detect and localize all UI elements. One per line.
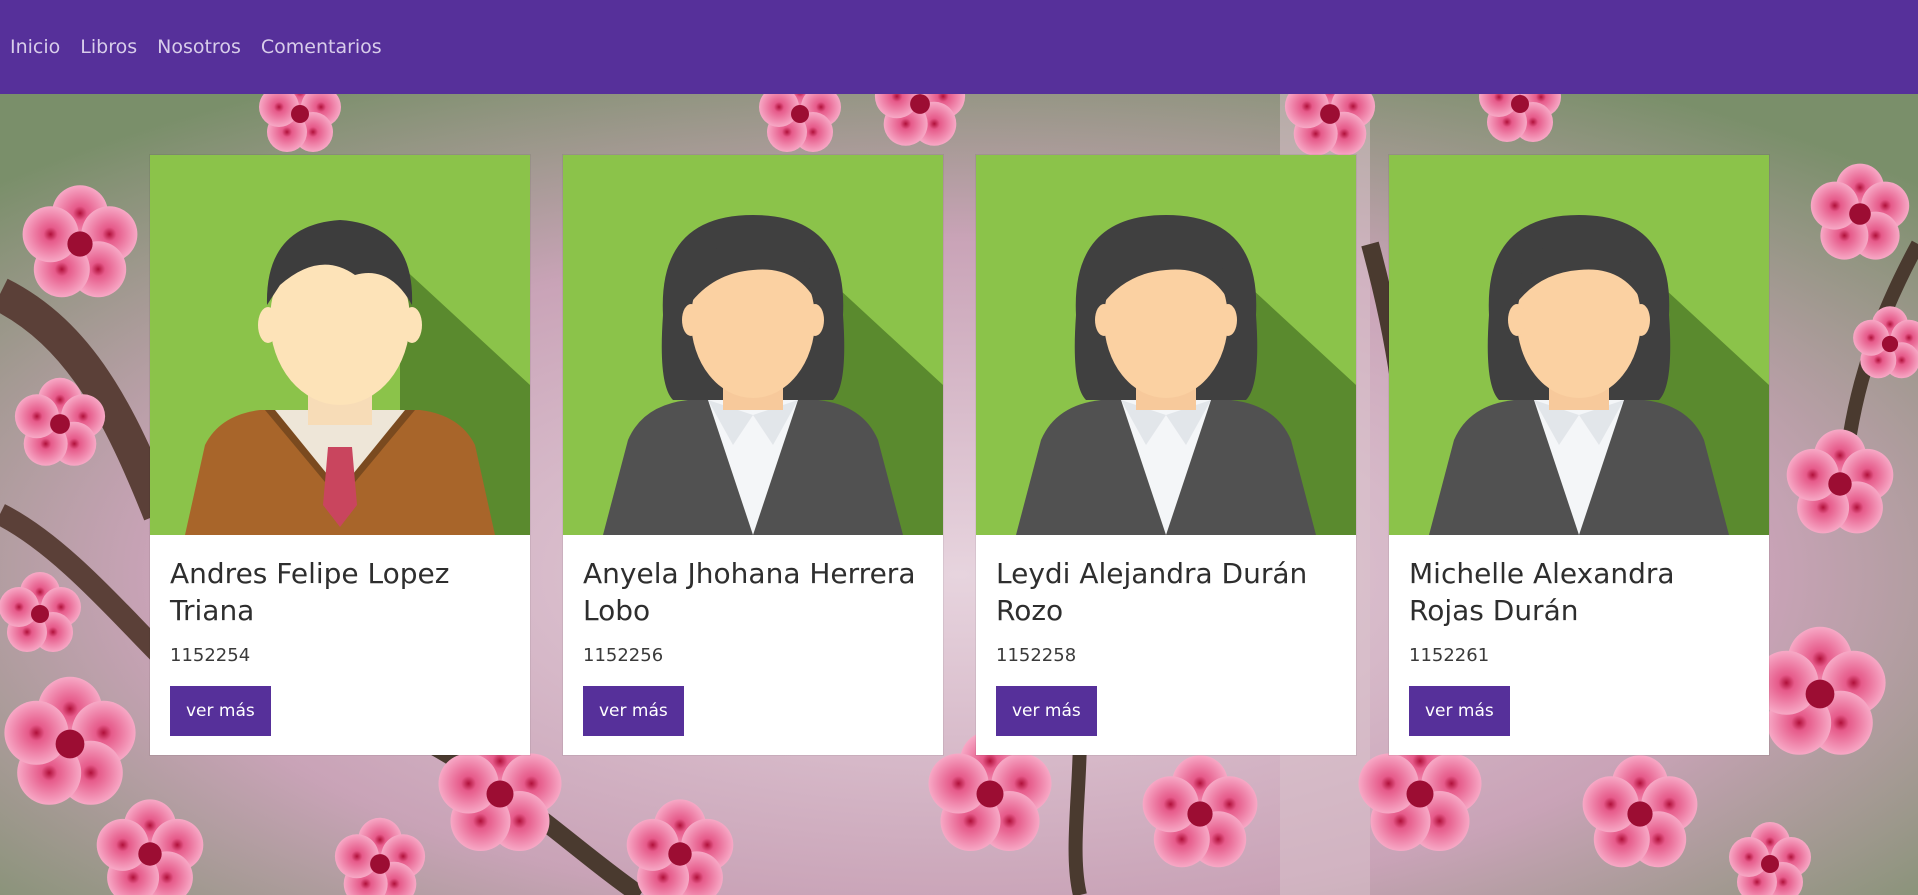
- nav-link-inicio[interactable]: Inicio: [10, 36, 60, 58]
- nav-link-libros[interactable]: Libros: [80, 36, 137, 58]
- member-card: Andres Felipe Lopez Triana 1152254 ver m…: [150, 155, 530, 755]
- member-name: Andres Felipe Lopez Triana: [170, 557, 450, 627]
- ver-mas-button[interactable]: ver más: [996, 686, 1097, 736]
- female-avatar-image: [1389, 155, 1769, 535]
- male-avatar-image: [150, 155, 530, 535]
- member-name: Leydi Alejandra Durán Rozo: [996, 557, 1308, 627]
- nav-link-nosotros[interactable]: Nosotros: [157, 36, 241, 58]
- ver-mas-button[interactable]: ver más: [583, 686, 684, 736]
- member-card: Michelle Alexandra Rojas Durán 1152261 v…: [1389, 155, 1769, 755]
- member-code: 1152254: [170, 645, 251, 666]
- ver-mas-button[interactable]: ver más: [1409, 686, 1510, 736]
- female-avatar-image: [976, 155, 1356, 535]
- member-card: Leydi Alejandra Durán Rozo 1152258 ver m…: [976, 155, 1356, 755]
- member-code: 1152258: [996, 645, 1077, 666]
- navbar: Inicio Libros Nosotros Comentarios: [0, 0, 1918, 94]
- member-code: 1152261: [1409, 645, 1490, 666]
- nav-link-comentarios[interactable]: Comentarios: [261, 36, 382, 58]
- female-avatar-image: [563, 155, 943, 535]
- member-name: Anyela Jhohana Herrera Lobo: [583, 557, 916, 627]
- member-name: Michelle Alexandra Rojas Durán: [1409, 557, 1675, 627]
- ver-mas-button[interactable]: ver más: [170, 686, 271, 736]
- member-card: Anyela Jhohana Herrera Lobo 1152256 ver …: [563, 155, 943, 755]
- member-code: 1152256: [583, 645, 664, 666]
